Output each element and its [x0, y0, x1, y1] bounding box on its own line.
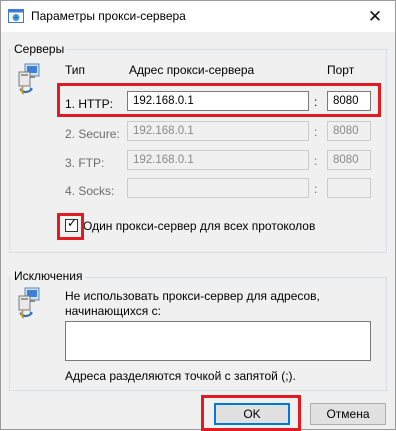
window-title: Параметры прокси-сервера: [31, 9, 186, 23]
ok-button[interactable]: OK: [214, 403, 290, 425]
exceptions-hint: Адреса разделяются точкой с запятой (;).: [65, 369, 296, 383]
app-globe-icon: [8, 9, 24, 23]
protocol-label-socks: 4. Socks:: [65, 184, 115, 198]
port-separator: :: [314, 95, 318, 109]
port-separator: :: [314, 125, 318, 139]
socks-port-input[interactable]: [327, 178, 371, 198]
title-bar: Параметры прокси-сервера ✕: [1, 1, 395, 32]
column-header-type: Тип: [65, 63, 86, 77]
exceptions-description: Не использовать прокси-сервер для адресо…: [65, 289, 320, 318]
protocol-label-http: 1. HTTP:: [65, 97, 114, 111]
cancel-button[interactable]: Отмена: [310, 403, 386, 425]
network-computer-icon: [18, 287, 40, 319]
checkmark-icon: ✓: [67, 216, 78, 230]
proxy-settings-dialog: Параметры прокси-сервера ✕ Серверы Тип А…: [0, 0, 396, 431]
secure-address-input[interactable]: 192.168.0.1: [127, 121, 309, 141]
port-separator: :: [314, 154, 318, 168]
secure-port-input[interactable]: 8080: [327, 121, 371, 141]
column-header-port: Порт: [327, 63, 355, 77]
network-computer-icon: [18, 63, 40, 95]
ftp-address-input[interactable]: 192.168.0.1: [127, 150, 309, 170]
servers-group-label: Серверы: [12, 42, 67, 56]
port-separator: :: [314, 182, 318, 196]
ftp-port-input[interactable]: 8080: [327, 150, 371, 170]
protocol-label-secure: 2. Secure:: [65, 127, 120, 141]
close-icon[interactable]: ✕: [355, 1, 395, 32]
exceptions-textarea[interactable]: [65, 321, 371, 361]
http-port-input[interactable]: 8080: [327, 91, 371, 111]
protocol-label-ftp: 3. FTP:: [65, 156, 105, 170]
socks-address-input[interactable]: [127, 178, 309, 198]
column-header-address: Адрес прокси-сервера: [129, 63, 255, 77]
same-proxy-checkbox[interactable]: ✓: [65, 216, 78, 232]
exceptions-group-label: Исключения: [12, 269, 85, 283]
http-address-input[interactable]: 192.168.0.1: [127, 91, 309, 111]
same-proxy-label[interactable]: Один прокси-сервер для всех протоколов: [83, 219, 315, 233]
